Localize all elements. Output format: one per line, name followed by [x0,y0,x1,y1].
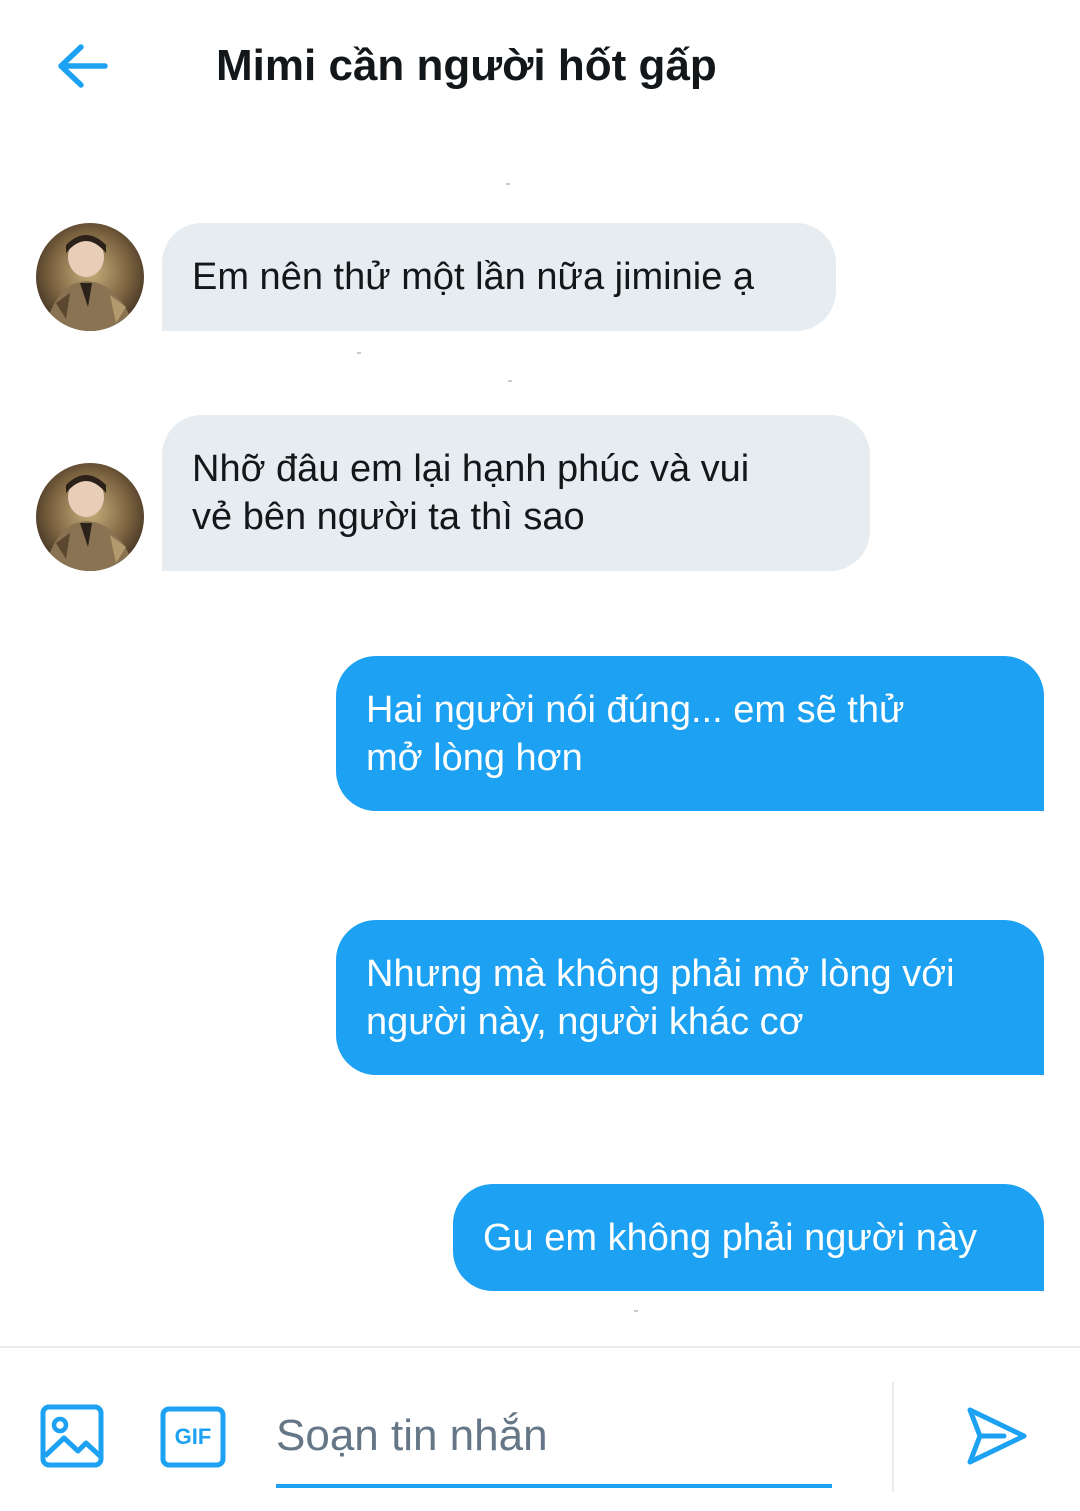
gif-label: GIF [174,1424,212,1449]
conversation-title: Mimi cần người hốt gấp [216,41,717,90]
gif-button[interactable]: GIF [160,1406,226,1468]
message-text: Em nên thử một lần nữa jiminie ạ [192,256,755,298]
message-bubble-incoming[interactable]: Nhỡ đâu em lại hạnh phúc và vui vẻ bên n… [162,415,870,571]
separator-dot [634,1310,638,1312]
send-button[interactable] [964,1404,1028,1468]
message-text: Gu em không phải người này [483,1217,977,1259]
arrow-left-icon [58,44,108,88]
message-text-line: Nhưng mà không phải mở lòng với [366,953,955,995]
add-media-button[interactable] [40,1404,104,1468]
avatar[interactable] [36,223,144,331]
image-icon [40,1404,104,1468]
send-icon [967,1407,1027,1465]
separator-dot [357,352,361,354]
avatar-image [36,223,144,331]
message-text-line: mở lòng hơn [366,737,583,779]
message-text-line: Nhỡ đâu em lại hạnh phúc và vui [192,448,750,490]
message-text-line: vẻ bên người ta thì sao [192,496,585,538]
avatar[interactable] [36,463,144,571]
message-bubble-incoming[interactable]: Em nên thử một lần nữa jiminie ạ [162,223,836,331]
conversation-header: Mimi cần người hốt gấp [0,0,1080,130]
message-text-line: người này, người khác cơ [366,1001,804,1043]
message-bubble-outgoing[interactable]: Nhưng mà không phải mở lòng với người nà… [336,920,1044,1075]
message-text-line: Hai người nói đúng... em sẽ thử [366,689,905,731]
message-input[interactable] [276,1388,832,1488]
message-bubble-outgoing[interactable]: Hai người nói đúng... em sẽ thử mở lòng … [336,656,1044,811]
composer-divider [892,1382,894,1492]
avatar-image [36,463,144,571]
separator-dot [508,380,512,382]
back-button[interactable] [50,36,114,96]
message-composer: GIF [0,1346,1080,1511]
message-bubble-outgoing[interactable]: Gu em không phải người này [453,1184,1044,1291]
message-list[interactable]: Em nên thử một lần nữa jiminie ạ Nhỡ đâu… [0,130,1080,1345]
separator-dot [506,183,510,185]
